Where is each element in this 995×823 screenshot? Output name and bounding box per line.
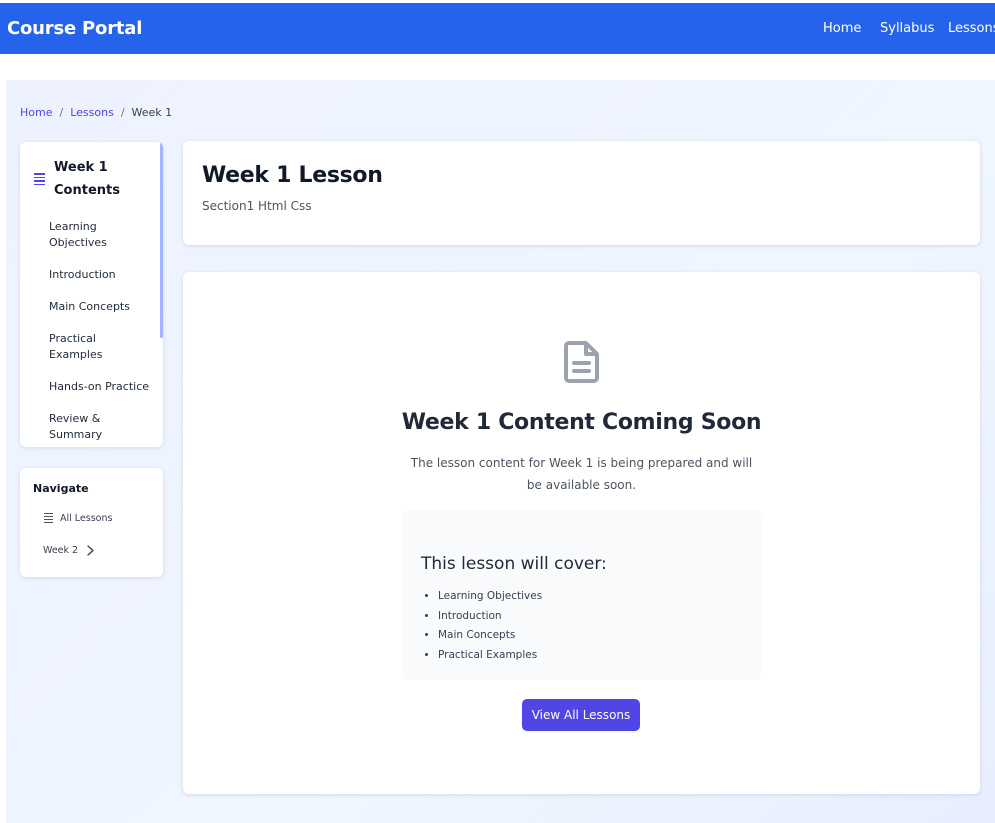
toc-item-hands-on-practice[interactable]: Hands-on Practice: [49, 379, 149, 395]
list-icon: [44, 513, 53, 525]
page-title: Week 1 Lesson: [202, 163, 383, 188]
lesson-header: Week 1 Lesson Section1 Html Css: [183, 141, 980, 245]
breadcrumb-home[interactable]: Home: [20, 106, 52, 119]
main-area: Home / Lessons / Week 1 Week 1 Contents …: [6, 80, 995, 823]
toc-item-learning-objectives[interactable]: Learning Objectives: [49, 219, 149, 251]
top-navbar: Course Portal Home Syllabus Lessons: [0, 3, 995, 54]
cover-title: This lesson will cover:: [421, 554, 607, 574]
lesson-cover-box: This lesson will cover: Learning Objecti…: [402, 510, 761, 680]
toc-item-main-concepts[interactable]: Main Concepts: [49, 299, 149, 315]
nav-home-link[interactable]: Home: [823, 21, 861, 36]
cover-list: Learning Objectives Introduction Main Co…: [438, 587, 542, 665]
view-all-lessons-button[interactable]: View All Lessons: [522, 699, 640, 731]
next-week-label: Week 2: [43, 545, 79, 556]
coming-soon-description: The lesson content for Week 1 is being p…: [410, 456, 753, 492]
toc-scrollbar[interactable]: [160, 142, 163, 338]
breadcrumb-current: Week 1: [131, 106, 173, 119]
toc-item-practical-examples[interactable]: Practical Examples: [49, 331, 149, 363]
list-icon: [34, 173, 45, 187]
toc-item-introduction[interactable]: Introduction: [49, 267, 149, 283]
toc-header: Week 1 Contents: [34, 156, 124, 202]
lesson-subtitle: Section1 Html Css: [202, 199, 312, 213]
cover-item: Practical Examples: [438, 646, 542, 666]
cover-item: Main Concepts: [438, 626, 542, 646]
toc-title: Week 1 Contents: [54, 160, 120, 198]
document-icon: [564, 341, 599, 383]
navigate-title: Navigate: [33, 482, 89, 495]
cover-item: Introduction: [438, 607, 542, 627]
chevron-right-icon: [87, 545, 94, 556]
coming-soon-heading: Week 1 Content Coming Soon: [401, 410, 762, 435]
breadcrumb: Home / Lessons / Week 1: [20, 106, 172, 119]
all-lessons-label: All Lessons: [60, 513, 113, 525]
toc-panel: Week 1 Contents Learning Objectives Intr…: [20, 142, 163, 447]
breadcrumb-lessons[interactable]: Lessons: [70, 106, 114, 119]
toc-item-review-summary[interactable]: Review & Summary: [49, 411, 149, 443]
lesson-content: Week 1 Content Coming Soon The lesson co…: [183, 272, 980, 794]
toc-list: Learning Objectives Introduction Main Co…: [49, 219, 149, 447]
navigate-panel: Navigate All Lessons Week 2: [20, 468, 163, 577]
nav-syllabus-link[interactable]: Syllabus: [880, 21, 934, 36]
nav-lessons-link[interactable]: Lessons: [948, 21, 995, 36]
breadcrumb-separator: /: [120, 106, 125, 119]
cover-item: Learning Objectives: [438, 587, 542, 607]
all-lessons-link[interactable]: All Lessons: [44, 513, 112, 525]
breadcrumb-separator: /: [59, 106, 64, 119]
next-week-link[interactable]: Week 2: [43, 545, 95, 556]
brand-logo[interactable]: Course Portal: [7, 18, 142, 39]
